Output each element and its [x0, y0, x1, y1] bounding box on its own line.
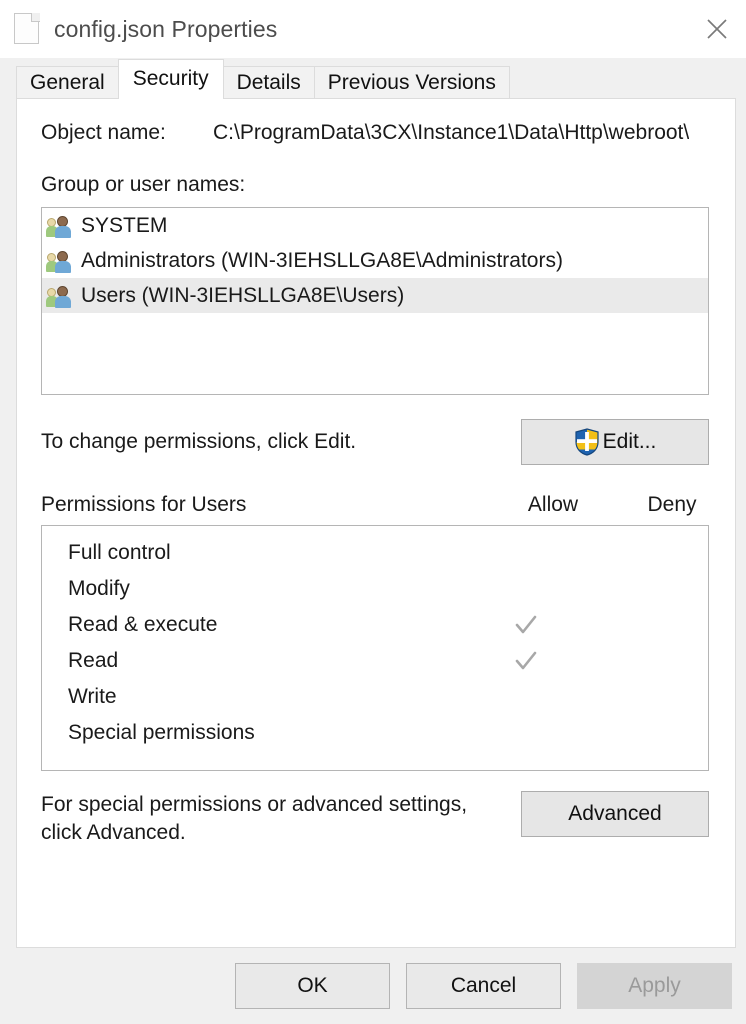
advanced-hint-line-1: For special permissions or advanced sett… [41, 793, 468, 816]
tab-details[interactable]: Details [222, 66, 315, 98]
edit-button-label: Edit... [602, 430, 657, 453]
table-row[interactable]: Write [42, 679, 708, 715]
title-bar: config.json Properties [0, 0, 746, 58]
object-name-value: C:\ProgramData\3CX\Instance1\Data\Http\w… [213, 121, 690, 144]
group-users-icon [46, 249, 72, 273]
security-tab-panel: Object name: C:\ProgramData\3CX\Instance… [16, 98, 736, 948]
permission-name: Full control [68, 541, 171, 564]
page-title: config.json Properties [54, 15, 278, 42]
close-icon[interactable] [688, 0, 746, 58]
checkmark-icon [515, 651, 537, 670]
ok-button[interactable]: OK [235, 963, 390, 1009]
tab-previous-versions[interactable]: Previous Versions [313, 66, 510, 98]
table-row[interactable]: Full control [42, 535, 708, 571]
column-header-allow: Allow [527, 493, 579, 516]
document-icon [14, 13, 40, 45]
cancel-button[interactable]: Cancel [406, 963, 561, 1009]
group-or-user-names-label: Group or user names: [41, 173, 246, 196]
object-name-row: Object name: C:\ProgramData\3CX\Instance… [17, 99, 735, 145]
edit-hint-text: To change permissions, click Edit. [41, 430, 357, 453]
advanced-hint-text: For special permissions or advanced sett… [41, 791, 467, 848]
table-row[interactable]: Special permissions [42, 715, 708, 751]
permission-name: Read & execute [68, 613, 218, 636]
properties-dialog: config.json Properties General Security … [0, 0, 746, 1024]
permission-name: Special permissions [68, 721, 255, 744]
uac-shield-icon [574, 428, 600, 456]
list-item[interactable]: Administrators (WIN-3IEHSLLGA8E\Administ… [42, 243, 708, 278]
tab-security[interactable]: Security [117, 59, 224, 99]
permissions-header: Permissions for Users Allow Deny [17, 465, 735, 525]
list-item-label: Administrators (WIN-3IEHSLLGA8E\Administ… [81, 248, 563, 272]
list-item[interactable]: SYSTEM [42, 208, 708, 243]
group-users-icon [46, 214, 72, 238]
group-user-list[interactable]: SYSTEM Administrators (WIN-3IEHSLLGA8E\A… [41, 207, 709, 395]
checkmark-icon [515, 615, 537, 634]
list-item[interactable]: Users (WIN-3IEHSLLGA8E\Users) [42, 278, 708, 313]
allow-checkbox[interactable] [470, 648, 582, 674]
dialog-footer: OK Cancel Apply [0, 948, 746, 1024]
permissions-title: Permissions for Users [41, 493, 247, 516]
permission-name: Write [68, 685, 117, 708]
advanced-hint-line-2: click Advanced. [41, 821, 186, 845]
list-item-label: Users (WIN-3IEHSLLGA8E\Users) [81, 283, 405, 307]
tab-strip: General Security Details Previous Versio… [0, 58, 746, 99]
column-header-deny: Deny [647, 493, 697, 516]
advanced-settings-row: For special permissions or advanced sett… [17, 771, 735, 848]
list-item-label: SYSTEM [81, 213, 168, 237]
edit-button[interactable]: Edit... [521, 419, 709, 465]
allow-checkbox[interactable] [470, 612, 582, 638]
group-users-icon [46, 284, 72, 308]
object-name-label: Object name: [41, 121, 166, 144]
table-row[interactable]: Modify [42, 571, 708, 607]
permission-name: Modify [68, 577, 130, 600]
table-row[interactable]: Read & execute [42, 607, 708, 643]
advanced-button[interactable]: Advanced [521, 791, 709, 837]
permission-name: Read [68, 649, 119, 672]
tab-general[interactable]: General [16, 66, 119, 98]
edit-permissions-row: To change permissions, click Edit. Edit.… [17, 395, 735, 465]
table-row[interactable]: Read [42, 643, 708, 679]
permissions-list[interactable]: Full control Modify Read & execute Read … [41, 525, 709, 771]
apply-button: Apply [577, 963, 732, 1009]
